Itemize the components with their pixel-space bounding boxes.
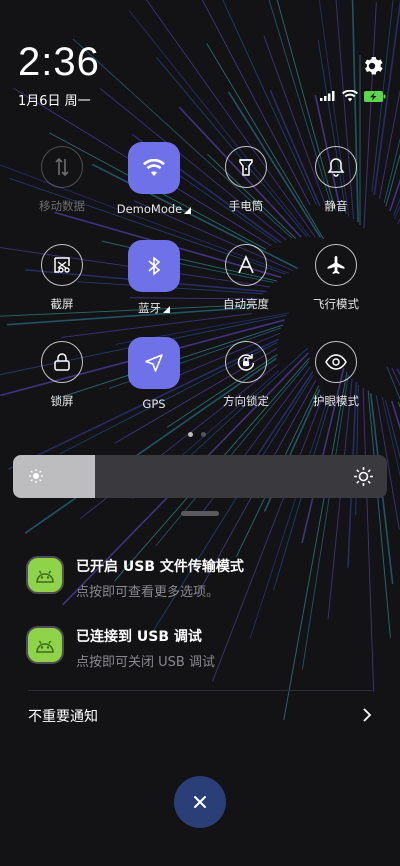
- toggle-bluetooth[interactable]: 蓝牙: [104, 240, 204, 316]
- gear-icon[interactable]: [360, 54, 384, 78]
- toggle-label: 移动数据: [39, 199, 85, 213]
- airplane-icon: [315, 244, 357, 286]
- rotation-lock-icon: [225, 341, 267, 383]
- toggle-label: 静音: [324, 199, 348, 213]
- notification-title: 已连接到 USB 调试: [76, 629, 202, 645]
- bluetooth-icon: [128, 240, 180, 292]
- wifi-icon: [342, 90, 358, 102]
- drag-handle[interactable]: [181, 511, 219, 516]
- notification-usb-transfer[interactable]: 已开启 USB 文件传输模式 点按即可查看更多选项。: [26, 556, 376, 600]
- flashlight-icon: [225, 146, 267, 188]
- page-indicator: [188, 432, 206, 437]
- toggle-airplane-mode[interactable]: 飞行模式: [286, 244, 386, 312]
- expand-triangle-icon: [184, 207, 192, 214]
- toggle-eye-protection[interactable]: 护眼模式: [286, 341, 386, 409]
- toggle-label: 护眼模式: [313, 394, 359, 408]
- lock-icon: [41, 341, 83, 383]
- toggle-flashlight[interactable]: 手电筒: [196, 146, 296, 214]
- toggle-label: 手电筒: [228, 199, 264, 213]
- toggle-label: DemoMode: [116, 202, 183, 216]
- auto-brightness-icon: [225, 244, 267, 286]
- brightness-fill: [13, 455, 96, 498]
- toggle-rotation-lock[interactable]: 方向锁定: [196, 341, 296, 409]
- unimportant-notifications-link[interactable]: 不重要通知: [28, 706, 98, 726]
- toggle-demomode[interactable]: DemoMode: [104, 142, 204, 216]
- toggle-mobile-data[interactable]: 移动数据: [12, 146, 112, 214]
- page-dot[interactable]: [201, 432, 206, 437]
- clear-notifications-button[interactable]: [174, 776, 226, 828]
- sun-small-icon: [29, 469, 43, 483]
- location-arrow-icon: [128, 337, 180, 389]
- page-dot-active: [188, 432, 193, 437]
- battery-charging-icon: [364, 90, 386, 102]
- toggle-label: 截屏: [50, 297, 74, 311]
- toggle-auto-brightness[interactable]: 自动亮度: [196, 244, 296, 312]
- mobile-data-icon: [41, 146, 83, 188]
- wifi-icon: [128, 142, 180, 194]
- notification-title: 已开启 USB 文件传输模式: [76, 559, 244, 575]
- close-icon: [194, 796, 206, 808]
- divider: [28, 690, 372, 691]
- chevron-right-icon[interactable]: [360, 707, 374, 723]
- sun-large-icon: [354, 467, 373, 486]
- android-icon: [26, 556, 64, 594]
- signal-icon: [320, 91, 335, 101]
- clock-time: 2:36: [18, 40, 100, 84]
- toggle-screenshot[interactable]: 截屏: [12, 244, 112, 312]
- toggle-gps[interactable]: GPS: [104, 337, 204, 411]
- status-icons: [320, 90, 386, 102]
- eye-icon: [315, 341, 357, 383]
- clock-date: 1月6日 周一: [18, 94, 91, 109]
- screenshot-icon: [41, 244, 83, 286]
- bell-icon: [315, 146, 357, 188]
- brightness-slider[interactable]: [13, 455, 387, 498]
- notification-subtitle: 点按即可查看更多选项。: [76, 585, 220, 600]
- toggle-label: 锁屏: [50, 394, 74, 408]
- toggle-label: 飞行模式: [313, 297, 359, 311]
- toggle-label: 方向锁定: [223, 394, 269, 408]
- toggle-mute[interactable]: 静音: [286, 146, 386, 214]
- toggle-lock-screen[interactable]: 锁屏: [12, 341, 112, 409]
- android-icon: [26, 626, 64, 664]
- notification-usb-debugging[interactable]: 已连接到 USB 调试 点按即可关闭 USB 调试: [26, 626, 376, 670]
- toggle-label: 蓝牙: [138, 301, 161, 315]
- expand-triangle-icon: [163, 306, 170, 313]
- toggle-label: GPS: [142, 397, 166, 411]
- toggle-label: 自动亮度: [223, 297, 269, 311]
- notification-subtitle: 点按即可关闭 USB 调试: [76, 655, 215, 670]
